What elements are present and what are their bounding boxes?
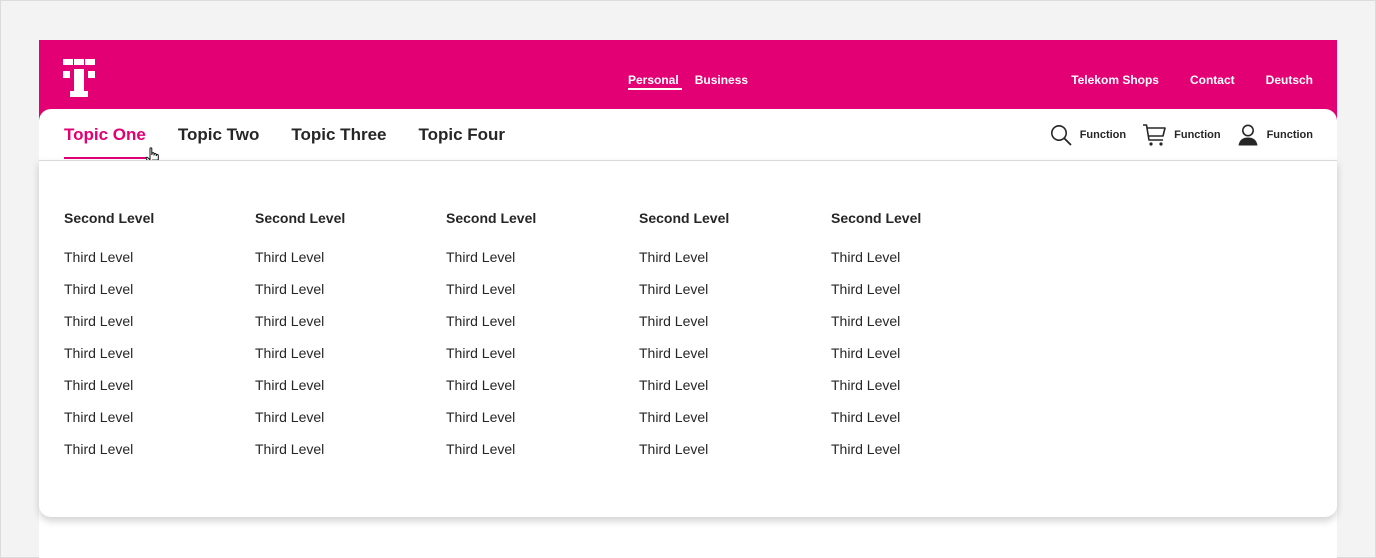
cart-function-label: Function (1174, 129, 1221, 141)
link-language[interactable]: Deutsch (1266, 40, 1313, 120)
third-level-link[interactable]: Third Level (255, 343, 324, 375)
third-level-link[interactable]: Third Level (255, 311, 324, 343)
third-level-link[interactable]: Third Level (446, 343, 515, 375)
search-icon (1050, 125, 1072, 146)
topic-one-tab[interactable]: Topic One (64, 109, 146, 161)
user-icon (1238, 124, 1258, 146)
segment-business[interactable]: Business (695, 40, 748, 120)
topic-three-tab[interactable]: Topic Three (291, 109, 386, 161)
third-level-link[interactable]: Third Level (639, 439, 708, 471)
telekom-t-logo[interactable] (63, 59, 95, 97)
link-telekom-shops[interactable]: Telekom Shops (1071, 40, 1159, 120)
third-level-link[interactable]: Third Level (446, 407, 515, 439)
cart-function[interactable]: Function (1142, 109, 1221, 161)
second-level-heading[interactable]: Second Level (446, 210, 536, 226)
third-level-link[interactable]: Third Level (831, 439, 900, 471)
third-level-link[interactable]: Third Level (255, 279, 324, 311)
user-function[interactable]: Function (1237, 109, 1313, 161)
third-level-link[interactable]: Third Level (64, 375, 133, 407)
page: Personal Business Telekom Shops Contact … (39, 40, 1337, 558)
third-level-link[interactable]: Third Level (446, 439, 515, 471)
second-level-heading[interactable]: Second Level (831, 210, 921, 226)
third-level-link[interactable]: Third Level (831, 407, 900, 439)
third-level-link[interactable]: Third Level (446, 279, 515, 311)
third-level-link[interactable]: Third Level (831, 343, 900, 375)
user-function-label: Function (1266, 129, 1313, 141)
search-function-label: Function (1079, 129, 1127, 141)
third-level-link[interactable]: Third Level (64, 343, 133, 375)
third-level-link[interactable]: Third Level (255, 247, 324, 279)
second-level-heading[interactable]: Second Level (255, 210, 345, 226)
third-level-link[interactable]: Third Level (639, 247, 708, 279)
utility-nav: Telekom Shops Contact Deutsch (1071, 40, 1313, 120)
third-level-link[interactable]: Third Level (64, 279, 133, 311)
main-nav: Topic One Topic Two Topic Three Topic Fo… (39, 109, 1337, 161)
segment-switch: Personal Business (628, 40, 748, 120)
second-level-heading[interactable]: Second Level (639, 210, 729, 226)
third-level-link[interactable]: Third Level (446, 311, 515, 343)
third-level-link[interactable]: Third Level (639, 375, 708, 407)
third-level-link[interactable]: Third Level (639, 343, 708, 375)
third-level-link[interactable]: Third Level (446, 247, 515, 279)
third-level-link[interactable]: Third Level (831, 279, 900, 311)
third-level-link[interactable]: Third Level (639, 311, 708, 343)
third-level-link[interactable]: Third Level (639, 279, 708, 311)
third-level-link[interactable]: Third Level (831, 375, 900, 407)
brand-bar: Personal Business Telekom Shops Contact … (39, 40, 1337, 120)
third-level-link[interactable]: Third Level (255, 375, 324, 407)
third-level-link[interactable]: Third Level (831, 311, 900, 343)
third-level-link[interactable]: Third Level (255, 439, 324, 471)
third-level-link[interactable]: Third Level (64, 247, 133, 279)
mega-menu-flyout: Second Level Third Level Third Level Thi… (39, 160, 1337, 517)
third-level-link[interactable]: Third Level (255, 407, 324, 439)
third-level-link[interactable]: Third Level (64, 439, 133, 471)
third-level-link[interactable]: Third Level (446, 375, 515, 407)
third-level-link[interactable]: Third Level (64, 407, 133, 439)
cart-icon (1143, 124, 1166, 146)
link-contact[interactable]: Contact (1190, 40, 1235, 120)
topic-tabs: Topic One Topic Two Topic Three Topic Fo… (64, 109, 505, 161)
segment-personal[interactable]: Personal (628, 40, 682, 120)
search-function[interactable]: Function (1050, 109, 1126, 161)
function-bar: Function Function Function (1050, 109, 1313, 161)
third-level-link[interactable]: Third Level (831, 247, 900, 279)
topic-two-tab[interactable]: Topic Two (178, 109, 260, 161)
topic-four-tab[interactable]: Topic Four (418, 109, 505, 161)
third-level-link[interactable]: Third Level (639, 407, 708, 439)
third-level-link[interactable]: Third Level (64, 311, 133, 343)
second-level-heading[interactable]: Second Level (64, 210, 154, 226)
